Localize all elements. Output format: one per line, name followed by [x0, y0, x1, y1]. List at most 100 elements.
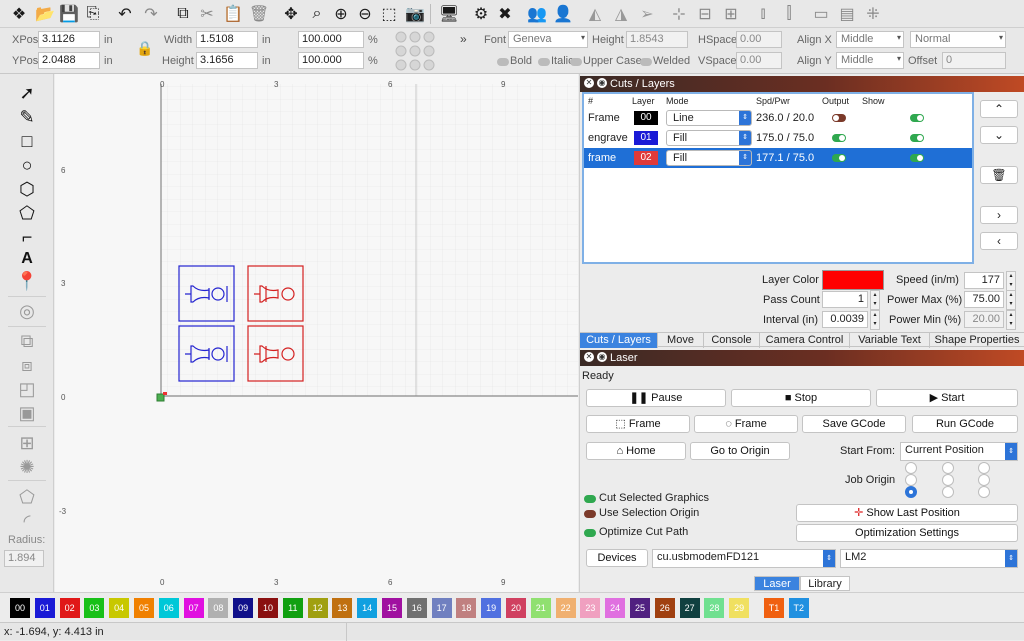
font-select[interactable]: Geneva ▾ — [508, 31, 588, 48]
palette-swatch-14[interactable]: 14 — [357, 598, 378, 618]
lock-icon[interactable]: 🔒 — [136, 40, 153, 58]
origin-radio-tc[interactable] — [942, 462, 954, 474]
crop-icon[interactable]: ⌐ — [15, 226, 39, 248]
scale-width-field[interactable]: 100.000 — [298, 31, 364, 48]
origin-radio-tr[interactable] — [978, 462, 990, 474]
bold-toggle[interactable] — [497, 58, 509, 66]
power-max-field[interactable]: 75.00 — [964, 291, 1004, 308]
delete-icon[interactable]: 🗑 — [248, 3, 270, 25]
pause-button[interactable]: ❚❚ Pause — [586, 389, 726, 407]
origin-radio-br[interactable] — [978, 486, 990, 498]
table-row[interactable]: Frame 00 Line ⇕ 236.0 / 20.0 — [584, 108, 972, 128]
expand-chevron-icon[interactable]: » — [460, 32, 467, 46]
align-right-icon[interactable]: ⊞ — [720, 3, 742, 25]
palette-swatch-17[interactable]: 17 — [431, 598, 452, 618]
cut-selected-toggle[interactable] — [584, 495, 596, 503]
use-selection-origin-toggle[interactable] — [584, 510, 596, 518]
float-icon[interactable]: ◉ — [597, 352, 607, 362]
align-icon[interactable]: ⊟ — [694, 3, 716, 25]
go-to-origin-button[interactable]: Go to Origin — [690, 442, 790, 460]
weld-icon[interactable]: ▣ — [15, 402, 39, 424]
uppercase-toggle[interactable] — [570, 58, 582, 66]
delete-layer-button[interactable]: 🗑 — [980, 166, 1018, 184]
ypos-field[interactable]: 2.0488 — [38, 52, 100, 69]
offset-field[interactable]: 0 — [942, 52, 1006, 69]
corner-radius-icon[interactable]: ◜ — [15, 510, 39, 532]
grid-array-icon[interactable]: ⊞ — [15, 432, 39, 454]
italic-toggle[interactable] — [538, 58, 550, 66]
design-canvas[interactable]: 0 3 6 9 6 3 0 -3 0 3 6 9 — [55, 74, 578, 622]
move-layer-down-button[interactable]: ⌄ — [980, 126, 1018, 144]
group-icon[interactable]: 👥 — [526, 3, 548, 25]
origin-radio-tl[interactable] — [905, 462, 917, 474]
move-layer-up-button[interactable]: ⌃ — [980, 100, 1018, 118]
hexagon-icon[interactable]: ⬡ — [15, 178, 39, 200]
palette-swatch-11[interactable]: 11 — [282, 598, 303, 618]
palette-swatch-15[interactable]: 15 — [382, 598, 402, 618]
ellipse-icon[interactable]: ○ — [15, 154, 39, 176]
interval-stepper[interactable]: ▴ ▾ — [870, 310, 880, 330]
canvas-workspace[interactable]: 0 3 6 9 6 3 0 -3 0 3 6 9 — [55, 74, 578, 592]
palette-swatch-09[interactable]: 09 — [233, 598, 254, 618]
save-icon[interactable]: 💾 — [58, 3, 80, 25]
pentagon-icon[interactable]: ⬠ — [15, 202, 39, 224]
palette-swatch-10[interactable]: 10 — [258, 598, 278, 618]
circular-array-icon[interactable]: ✺ — [15, 456, 39, 478]
send-icon[interactable]: ➢ — [636, 3, 658, 25]
layer-swatch[interactable]: 02 — [634, 151, 658, 165]
next-button[interactable]: › — [980, 206, 1018, 224]
interval-field[interactable]: 0.0039 — [822, 311, 868, 328]
palette-swatch-23[interactable]: 23 — [580, 598, 601, 618]
close-icon[interactable]: ✕ — [584, 78, 594, 88]
table-row[interactable]: frame 02 Fill ⇕ 177.1 / 75.0 — [584, 148, 972, 168]
user-icon[interactable]: 👤 — [552, 3, 574, 25]
palette-swatch-07[interactable]: 07 — [183, 598, 204, 618]
origin-marker[interactable] — [156, 393, 165, 402]
palette-swatch-06[interactable]: 06 — [158, 598, 179, 618]
mode-select[interactable]: Fill ⇕ — [666, 130, 752, 146]
tab-shape-properties[interactable]: Shape Properties — [930, 333, 1024, 348]
text-icon[interactable]: A — [15, 248, 39, 270]
stop-button[interactable]: ■ Stop — [731, 389, 871, 407]
style-select[interactable]: Normal ▾ — [910, 31, 1006, 48]
palette-swatch-28[interactable]: 28 — [704, 598, 725, 618]
boolean-union-icon[interactable]: ⧉ — [15, 330, 39, 352]
zoom-in-icon[interactable]: ⊕ — [330, 3, 352, 25]
tab-camera-control[interactable]: Camera Control — [760, 333, 850, 348]
tab-console[interactable]: Console — [704, 333, 760, 348]
align-x-select[interactable]: Middle ▾ — [836, 31, 904, 48]
origin-radio-ml[interactable] — [905, 474, 917, 486]
new-icon[interactable]: ❖ — [8, 3, 30, 25]
tab-variable-text[interactable]: Variable Text — [850, 333, 930, 348]
pass-stepper[interactable]: ▴ ▾ — [870, 290, 880, 310]
power-min-stepper[interactable]: ▴ ▾ — [1006, 310, 1016, 330]
settings-icon[interactable]: ⚙ — [470, 3, 492, 25]
palette-swatch-16[interactable]: 16 — [406, 598, 427, 618]
move-icon[interactable]: ✥ — [280, 3, 302, 25]
output-toggle[interactable] — [832, 134, 846, 142]
scale-height-field[interactable]: 100.000 — [298, 52, 364, 69]
optimize-cut-path-toggle[interactable] — [584, 529, 596, 537]
output-toggle[interactable] — [832, 114, 846, 122]
palette-swatch-08[interactable]: 08 — [208, 598, 229, 618]
optimization-settings-button[interactable]: Optimization Settings — [796, 524, 1018, 542]
paste-icon[interactable]: 📋 — [222, 3, 244, 25]
tab-laser[interactable]: Laser — [754, 576, 800, 591]
origin-radio-mc[interactable] — [942, 474, 954, 486]
home-button[interactable]: ⌂ Home — [586, 442, 686, 460]
distribute-icon[interactable]: ⫾ — [752, 3, 774, 25]
redo-icon[interactable]: ↷ — [140, 3, 162, 25]
cut-icon[interactable]: ✂ — [196, 3, 218, 25]
nudge-icon[interactable]: ⁜ — [862, 3, 884, 25]
rectangle-icon[interactable]: □ — [15, 130, 39, 152]
tab-move[interactable]: Move — [658, 333, 704, 348]
start-button[interactable]: ▶ Start — [876, 389, 1018, 407]
radius-field[interactable]: 1.894 — [4, 550, 44, 567]
palette-swatch-t1[interactable]: T1 — [764, 598, 784, 618]
height-field[interactable]: 3.1656 — [196, 52, 258, 69]
palette-swatch-18[interactable]: 18 — [456, 598, 477, 618]
show-toggle[interactable] — [910, 154, 924, 162]
tools-icon[interactable]: ✖ — [494, 3, 516, 25]
offset-shape-icon[interactable]: ◎ — [15, 300, 39, 322]
select-box-icon[interactable]: ⬚ — [378, 3, 400, 25]
